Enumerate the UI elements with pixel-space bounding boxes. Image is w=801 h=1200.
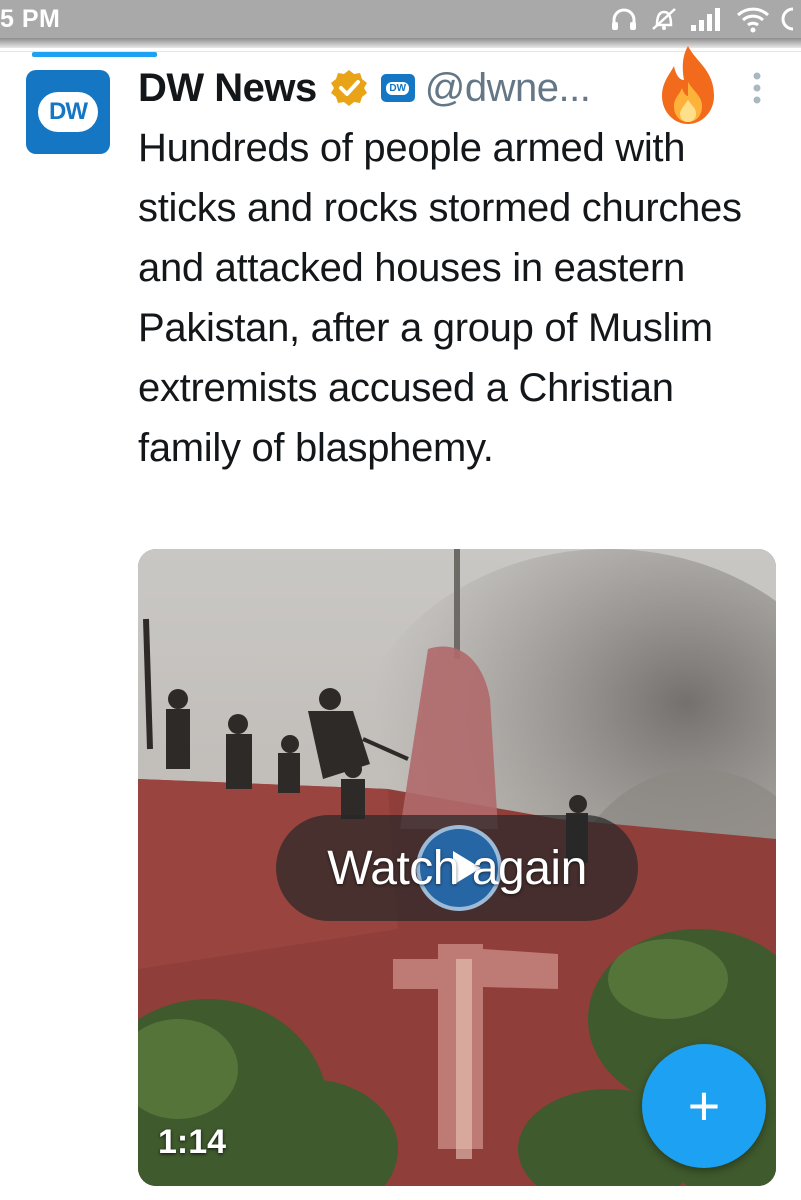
avatar-logo: DW <box>38 92 98 132</box>
tweet-text: Hundreds of people armed with sticks and… <box>138 126 742 470</box>
watch-again-button[interactable]: Watch again <box>276 815 638 921</box>
tweet-header[interactable]: DW News DW @dwne... <box>138 60 591 116</box>
wifi-icon <box>736 7 770 33</box>
status-time: 5 PM <box>0 5 61 33</box>
display-name[interactable]: DW News <box>138 66 317 111</box>
signal-icon <box>691 8 720 31</box>
dw-logo-icon: DW <box>380 74 415 102</box>
dw-logo-text: DW <box>386 81 410 95</box>
verified-icon <box>330 70 367 106</box>
avatar[interactable]: DW <box>26 70 110 154</box>
compose-tweet-button[interactable]: + <box>642 1044 766 1168</box>
alarm-off-icon <box>652 8 676 30</box>
watch-again-label: Watch again <box>327 841 587 895</box>
status-bar: 5 PM <box>0 0 801 38</box>
data-icon <box>781 7 794 31</box>
fire-icon <box>662 46 714 124</box>
status-icons <box>609 0 801 38</box>
video-duration: 1:14 <box>158 1123 227 1161</box>
headphones-icon <box>612 8 636 30</box>
more-options-icon[interactable] <box>750 70 764 106</box>
tab-indicator <box>32 52 157 57</box>
user-handle[interactable]: @dwne... <box>425 66 591 111</box>
